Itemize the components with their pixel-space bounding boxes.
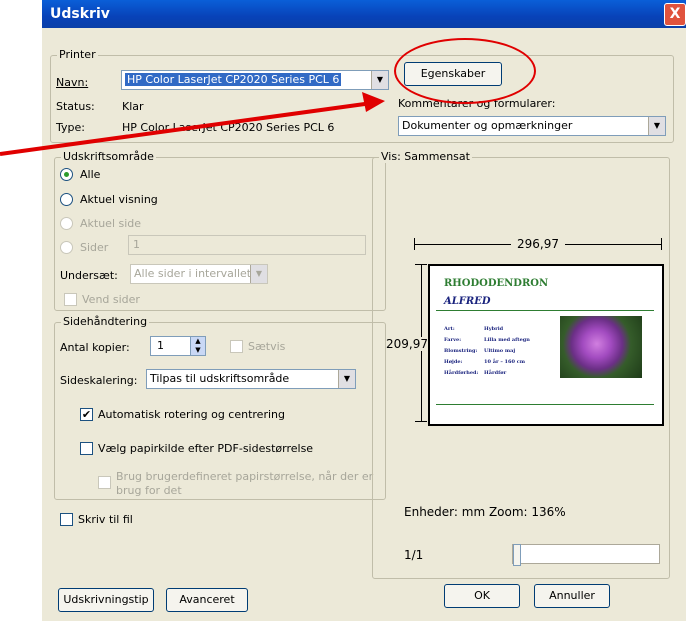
- custom-paper-label-2: brug for det: [116, 484, 182, 497]
- printer-status-label: Status:: [56, 100, 95, 113]
- radio-current-page[interactable]: [60, 217, 73, 230]
- auto-rotate-label: Automatisk rotering og centrering: [98, 408, 285, 421]
- printer-name-value: HP Color LaserJet CP2020 Series PCL 6: [125, 73, 342, 86]
- printer-type-value: HP Color LaserJet CP2020 Series PCL 6: [122, 121, 335, 134]
- close-button[interactable]: X: [664, 3, 686, 26]
- printer-status-value: Klar: [122, 100, 144, 113]
- radio-all-label: Alle: [80, 168, 101, 181]
- pages-input[interactable]: 1: [128, 235, 366, 255]
- print-dialog: Udskriv X Printer Navn: HP Color LaserJe…: [42, 0, 686, 621]
- doc-subtitle: ALFRED: [444, 296, 491, 307]
- window-title: Udskriv: [50, 6, 110, 22]
- subset-select[interactable]: Alle sider i intervallet ▼: [130, 264, 268, 284]
- printer-name-select[interactable]: HP Color LaserJet CP2020 Series PCL 6 ▼: [121, 70, 389, 90]
- doc-info: Art: Hybrid Farve: Lilla med aftegn Blomst…: [444, 324, 530, 379]
- doc-rule-top: [436, 310, 654, 311]
- units-zoom: Enheder: mm Zoom: 136%: [404, 505, 566, 519]
- print-range-title: Udskriftsområde: [61, 150, 156, 163]
- custom-paper-label-1: Brug brugerdefineret papirstørrelse, når…: [116, 470, 374, 483]
- flower-photo: [560, 316, 642, 378]
- doc-row: Højde: 10 år – 160 cm: [444, 359, 526, 365]
- title-bar: Udskriv X: [42, 0, 686, 28]
- printer-type-label: Type:: [56, 121, 85, 134]
- preview-title: Vis: Sammensat: [379, 150, 472, 163]
- doc-row: Hårdførhed: Hårdfør: [444, 370, 507, 376]
- subset-label: Undersæt:: [60, 269, 118, 282]
- doc-rule-bottom: [436, 404, 654, 405]
- print-range-group: Udskriftsområde: [54, 150, 386, 311]
- radio-current-page-label: Aktuel side: [80, 217, 142, 230]
- preview-page: RHODODENDRON ALFRED Art: Hybrid Farve: Lil…: [428, 264, 664, 426]
- height-dimension-value: 209,97: [386, 337, 428, 351]
- collate-label: Sætvis: [248, 340, 286, 353]
- copies-value: 1: [157, 339, 164, 352]
- collate-checkbox[interactable]: [230, 340, 243, 353]
- height-dim-bottom-tick: [415, 421, 427, 422]
- scaling-value: Tilpas til udskriftsområde: [150, 372, 290, 385]
- annotation-ellipse: [394, 38, 536, 104]
- custom-paper-checkbox[interactable]: [98, 476, 111, 489]
- print-to-file-label: Skriv til fil: [78, 513, 133, 526]
- page-slider[interactable]: [512, 544, 660, 566]
- advanced-button[interactable]: Avanceret: [166, 588, 248, 612]
- radio-pages-label: Sider: [80, 241, 109, 254]
- width-dim-left-tick: [414, 238, 415, 250]
- scaling-select[interactable]: Tilpas til udskriftsområde ▼: [146, 369, 356, 389]
- radio-all[interactable]: [60, 168, 73, 181]
- radio-current-view-label: Aktuel visning: [80, 193, 158, 206]
- doc-title: RHODODENDRON: [444, 278, 549, 289]
- paper-source-label: Vælg papirkilde efter PDF-sidestørrelse: [98, 442, 314, 455]
- comments-select[interactable]: Dokumenter og opmærkninger ▼: [398, 116, 666, 136]
- radio-current-view[interactable]: [60, 193, 73, 206]
- height-dim-top-tick: [415, 264, 427, 265]
- print-to-file-checkbox[interactable]: [60, 513, 73, 526]
- subset-value: Alle sider i intervallet: [134, 267, 252, 280]
- printer-group-title: Printer: [57, 48, 98, 61]
- chevron-down-icon: ▼: [371, 71, 388, 89]
- doc-row: Farve: Lilla med aftegn: [444, 337, 530, 343]
- doc-row: Art: Hybrid: [444, 326, 504, 332]
- reverse-pages-checkbox[interactable]: [64, 293, 77, 306]
- scaling-label: Sideskalering:: [60, 374, 138, 387]
- ok-button[interactable]: OK: [444, 584, 520, 608]
- copies-label: Antal kopier:: [60, 341, 130, 354]
- spinner-icon[interactable]: ▲ ▼: [190, 337, 205, 355]
- printer-name-label: Navn:: [56, 76, 89, 89]
- cancel-button[interactable]: Annuller: [534, 584, 610, 608]
- copies-input[interactable]: 1 ▲ ▼: [150, 336, 206, 356]
- paper-source-checkbox[interactable]: [80, 442, 93, 455]
- pages-input-value: 1: [133, 238, 140, 251]
- slider-thumb[interactable]: [513, 544, 521, 566]
- chevron-down-icon: ▼: [648, 117, 665, 135]
- width-dim-right-tick: [661, 238, 662, 250]
- comments-value: Dokumenter og opmærkninger: [402, 119, 573, 132]
- print-tips-button[interactable]: Udskrivningstip: [58, 588, 154, 612]
- auto-rotate-checkbox[interactable]: ✔: [80, 408, 93, 421]
- reverse-pages-label: Vend sider: [82, 293, 140, 306]
- doc-row: Blomstring: Ultimo maj: [444, 348, 516, 354]
- radio-pages[interactable]: [60, 241, 73, 254]
- chevron-down-icon: ▼: [338, 370, 355, 388]
- chevron-down-icon: ▼: [250, 265, 267, 283]
- page-counter: 1/1: [404, 548, 424, 562]
- width-dimension-value: 296,97: [511, 237, 565, 251]
- page-handling-title: Sidehåndtering: [61, 315, 150, 328]
